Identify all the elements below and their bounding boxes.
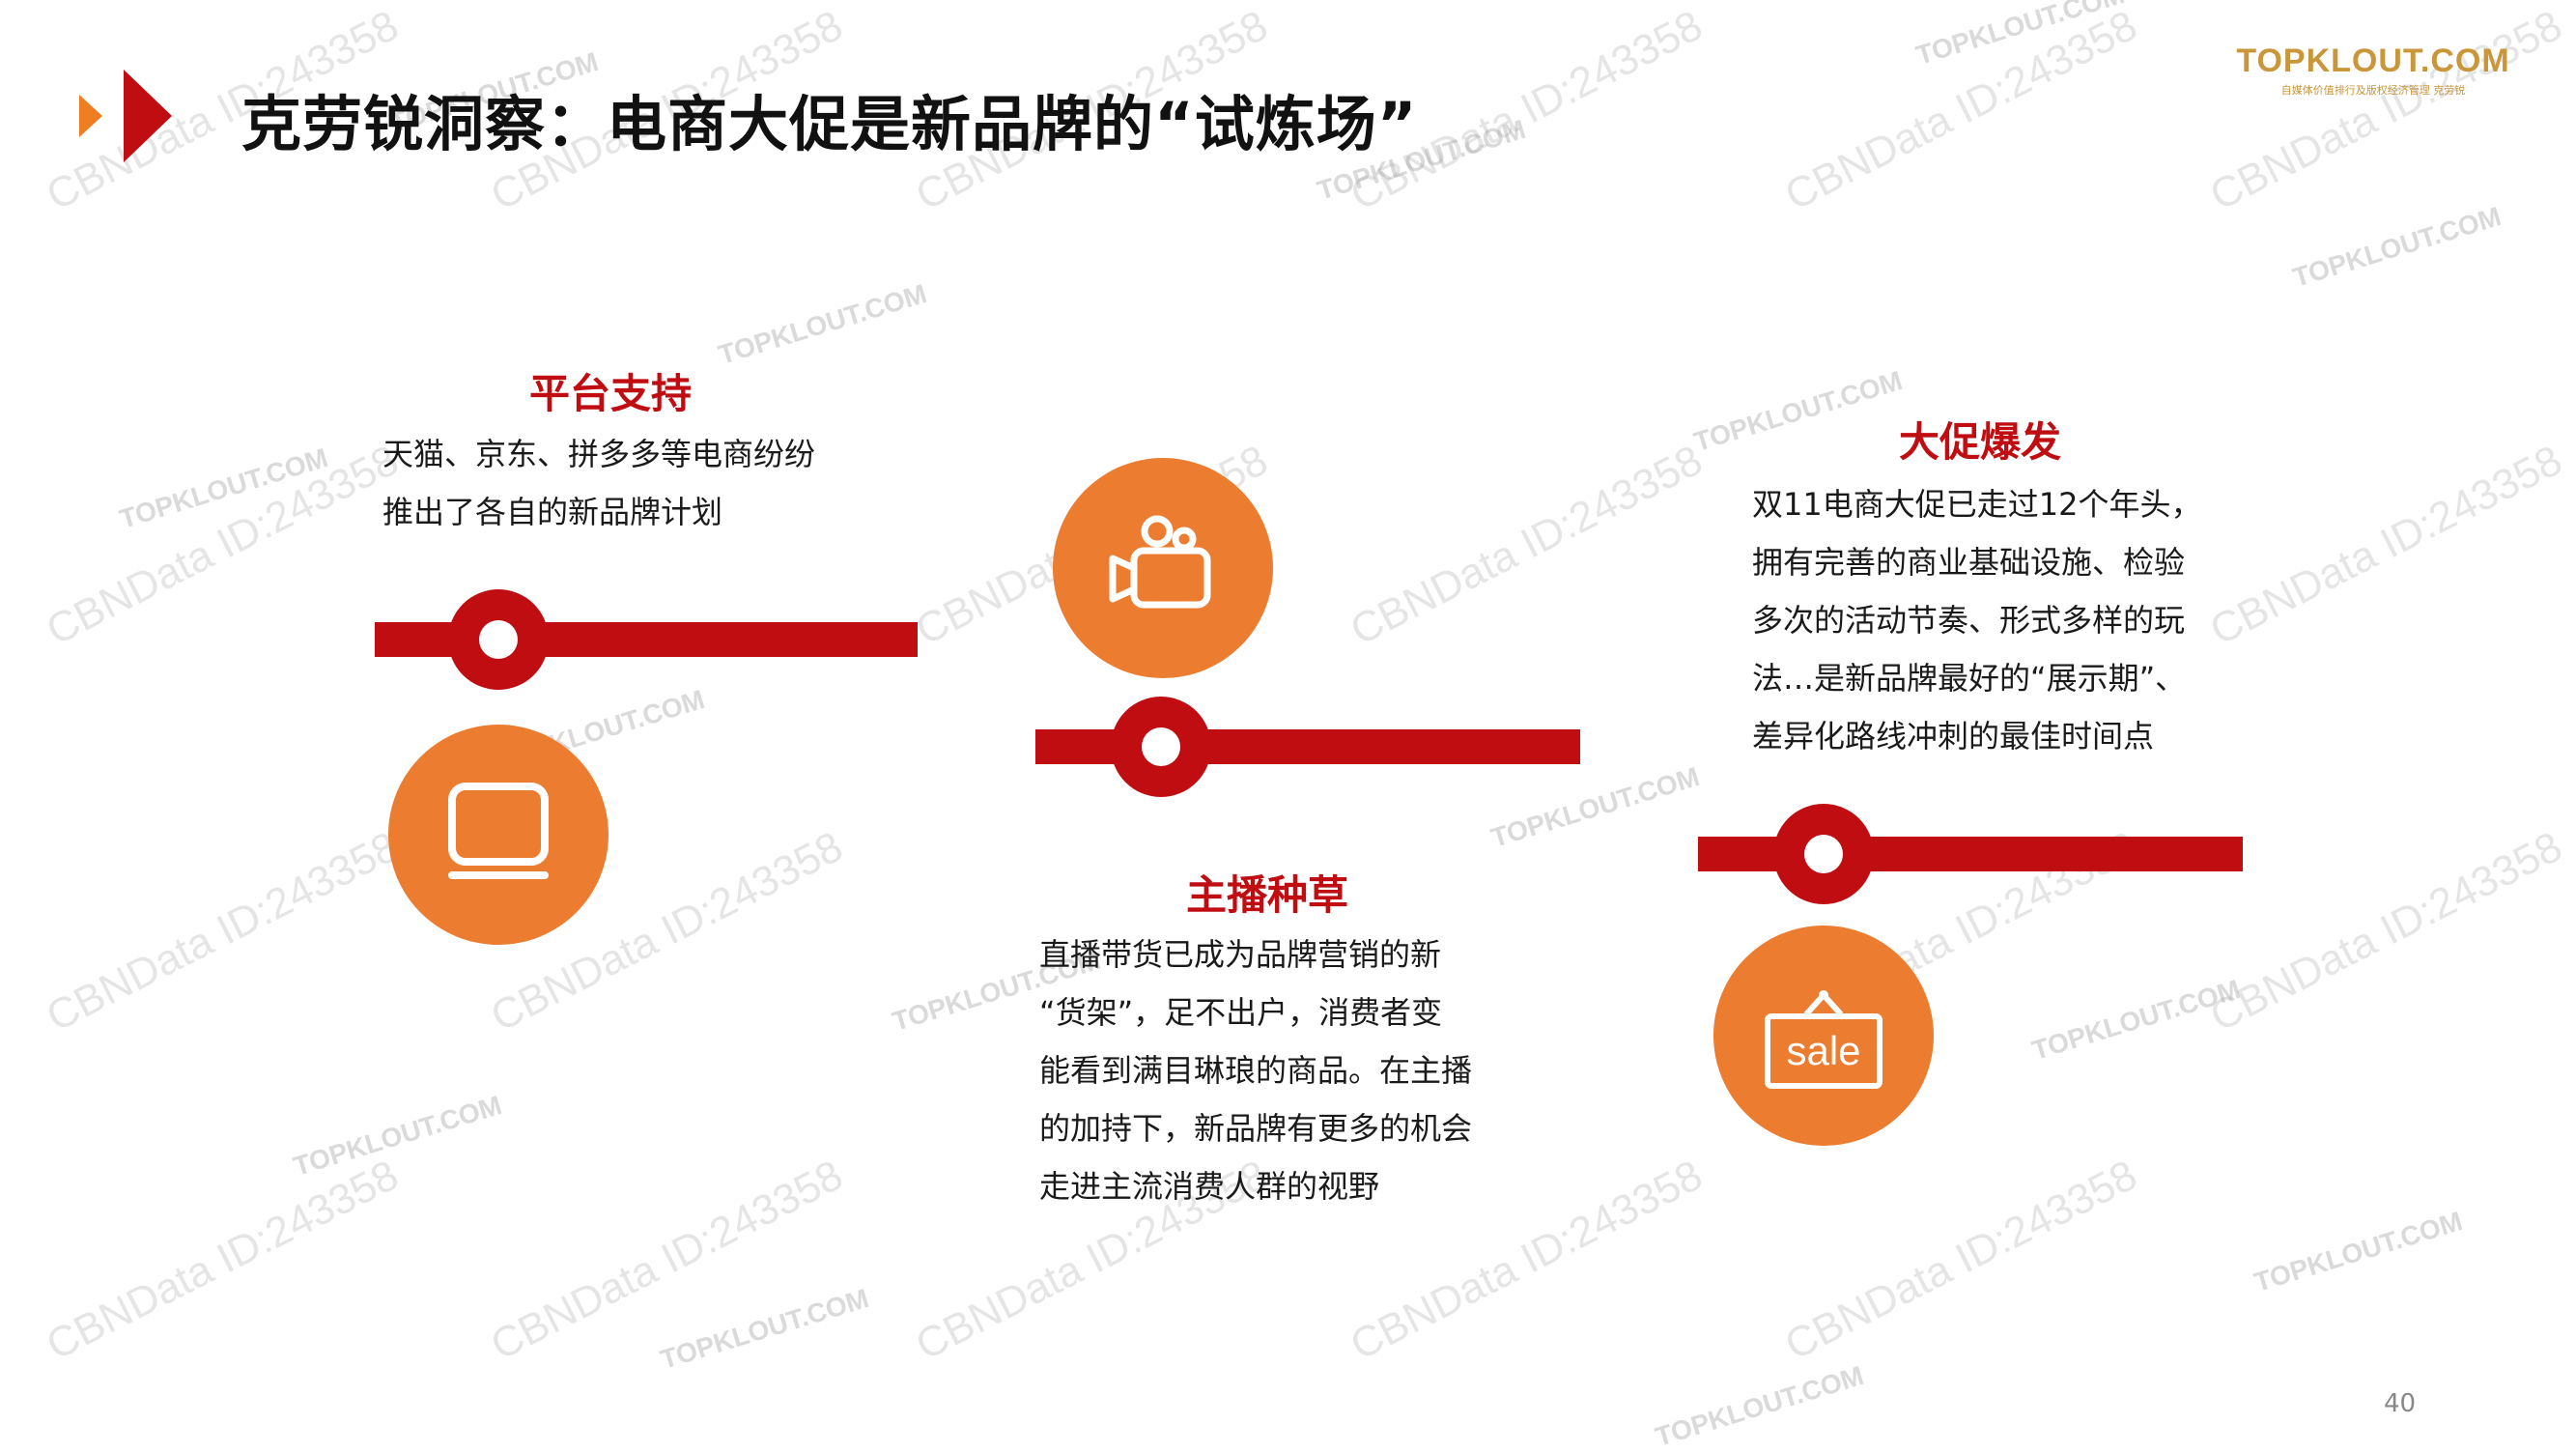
section-title-promotion: 大促爆发 [1899,418,2062,466]
section-text-livestream: 直播带货已成为品牌营销的新 “货架”，足不出户，消费者变 能看到满目琳琅的商品。… [1039,926,1472,1215]
text-line: 差异化路线冲刺的最佳时间点 [1752,718,2155,755]
watermark-text: TOPKLOUT.COM [2250,1206,2466,1298]
watermark-text: TOPKLOUT.COM [2028,974,2244,1067]
logo-brand: TOPKLOUT.COM [2236,43,2510,79]
video-camera-icon [1053,458,1273,678]
watermark-text: CBNData ID:243358 [1777,1151,2145,1370]
watermark-text: CBNData ID:243358 [39,436,407,655]
sale-label: sale [1786,1028,1860,1073]
timeline-node [448,589,549,690]
text-line: 拥有完善的商业基础设施、检验 [1752,544,2186,581]
watermark-text: TOPKLOUT.COM [290,1090,505,1182]
page-title: 克劳锐洞察：电商大促是新品牌的“试炼场” [241,89,1418,159]
text-line: 法…是新品牌最好的“展示期”、 [1752,660,2187,697]
text-line: “货架”，足不出户，消费者变 [1039,994,1443,1031]
section-title-platform: 平台支持 [529,370,693,417]
watermark-text: TOPKLOUT.COM [1652,1360,1867,1453]
timeline-node [1111,697,1211,797]
watermark-text: CBNData ID:243358 [39,822,407,1041]
section-title-livestream: 主播种草 [1186,871,1349,919]
watermark-text: TOPKLOUT.COM [715,278,930,371]
text-line: 推出了各自的新品牌计划 [382,494,723,530]
watermark-text: CBNData ID:243358 [2202,1,2570,220]
title-arrow-small-icon [79,95,102,137]
title-arrow-icon [124,70,172,162]
sale-sign-icon: sale [1713,926,1934,1146]
watermark-text: TOPKLOUT.COM [1690,365,1906,458]
text-line: 直播带货已成为品牌营销的新 [1039,936,1442,973]
text-line: 能看到满目琳琅的商品。在主播 [1039,1052,1473,1089]
watermark-text: CBNData ID:243358 [39,1151,407,1370]
text-line: 的加持下，新品牌有更多的机会 [1039,1110,1473,1147]
monitor-icon [388,725,609,945]
text-line: 天猫、京东、拼多多等电商纷纷 [382,436,816,472]
watermark-text: CBNData ID:243358 [2202,436,2570,655]
text-line: 多次的活动节奏、形式多样的玩 [1752,602,2186,639]
timeline-node [1773,804,1874,904]
text-line: 双11电商大促已走过12个年头， [1752,486,2202,523]
section-text-promotion: 双11电商大促已走过12个年头， 拥有完善的商业基础设施、检验 多次的活动节奏、… [1752,475,2201,765]
page-number: 40 [2384,1389,2417,1418]
watermark-text: CBNData ID:243358 [1343,436,1711,655]
logo-subtitle: 自媒体价值排行及版权经济管理 克劳锐 [2280,84,2466,97]
watermark-text: CBNData ID:243358 [483,1151,851,1370]
section-text-platform: 天猫、京东、拼多多等电商纷纷 推出了各自的新品牌计划 [382,425,815,541]
topklout-logo: TOPKLOUT.COM 自媒体价值排行及版权经济管理 克劳锐 [2233,43,2513,98]
watermark-text: TOPKLOUT.COM [2289,201,2505,294]
text-line: 走进主流消费人群的视野 [1039,1168,1380,1205]
watermark-text: CBNData ID:243358 [2202,822,2570,1041]
watermark-text: TOPKLOUT.COM [1487,761,1703,854]
watermark-text: TOPKLOUT.COM [657,1283,872,1376]
